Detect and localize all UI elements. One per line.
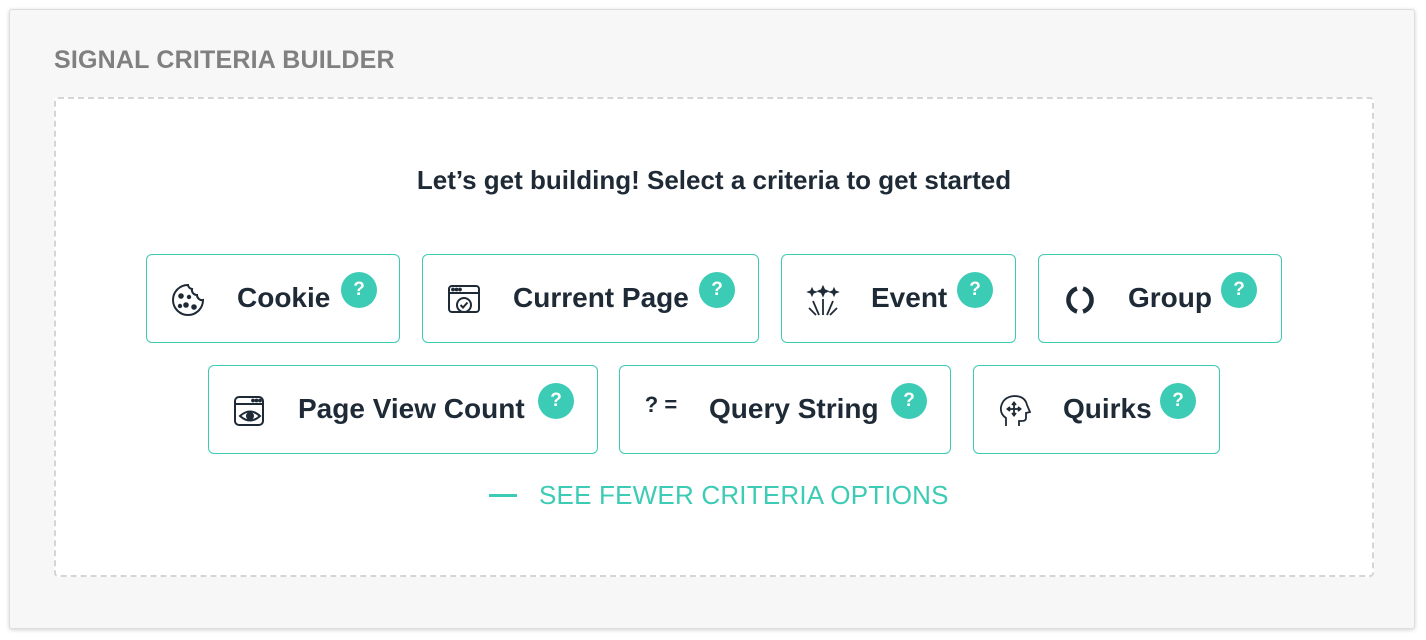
head-arrows-icon (996, 392, 1034, 430)
criteria-label: Group (1128, 282, 1212, 313)
cookie-icon (169, 281, 207, 319)
help-icon[interactable]: ? (1160, 383, 1196, 419)
criteria-builder-panel: SIGNAL CRITERIA BUILDER Let’s get buildi… (9, 9, 1415, 629)
criteria-label: Query String (709, 393, 879, 424)
help-icon[interactable]: ? (1221, 272, 1257, 308)
minus-icon (489, 494, 517, 497)
builder-prompt: Let’s get building! Select a criteria to… (416, 165, 1012, 195)
help-icon[interactable]: ? (891, 383, 927, 419)
see-fewer-criteria-toggle[interactable]: SEE FEWER CRITERIA OPTIONS (489, 480, 949, 511)
see-fewer-label: SEE FEWER CRITERIA OPTIONS (539, 480, 949, 510)
criteria-card-current-page[interactable]: Current Page ? (422, 254, 759, 343)
criteria-label: Event (871, 282, 948, 313)
criteria-label: Page View Count (298, 393, 525, 424)
criteria-card-page-view-count[interactable]: Page View Count ? (208, 365, 598, 454)
browser-eye-icon (231, 392, 269, 430)
criteria-label: Cookie (237, 282, 331, 313)
help-icon[interactable]: ? (341, 272, 377, 308)
criteria-card-event[interactable]: Event ? (781, 254, 1016, 343)
criteria-card-cookie[interactable]: Cookie ? (146, 254, 400, 343)
help-icon[interactable]: ? (699, 272, 735, 308)
criteria-label: Current Page (513, 282, 689, 313)
query-equals-icon: ? = (644, 392, 678, 417)
help-icon[interactable]: ? (957, 272, 993, 308)
criteria-card-query-string[interactable]: ? = Query String ? (619, 365, 951, 454)
criteria-dropzone: Let’s get building! Select a criteria to… (54, 97, 1374, 577)
group-ring-icon (1061, 281, 1099, 319)
criteria-card-group[interactable]: Group ? (1038, 254, 1282, 343)
section-title: SIGNAL CRITERIA BUILDER (54, 46, 395, 74)
criteria-label: Quirks (1063, 393, 1152, 424)
criteria-card-quirks[interactable]: Quirks ? (973, 365, 1220, 454)
browser-check-icon (445, 281, 483, 319)
help-icon[interactable]: ? (538, 383, 574, 419)
fireworks-icon (804, 281, 842, 319)
